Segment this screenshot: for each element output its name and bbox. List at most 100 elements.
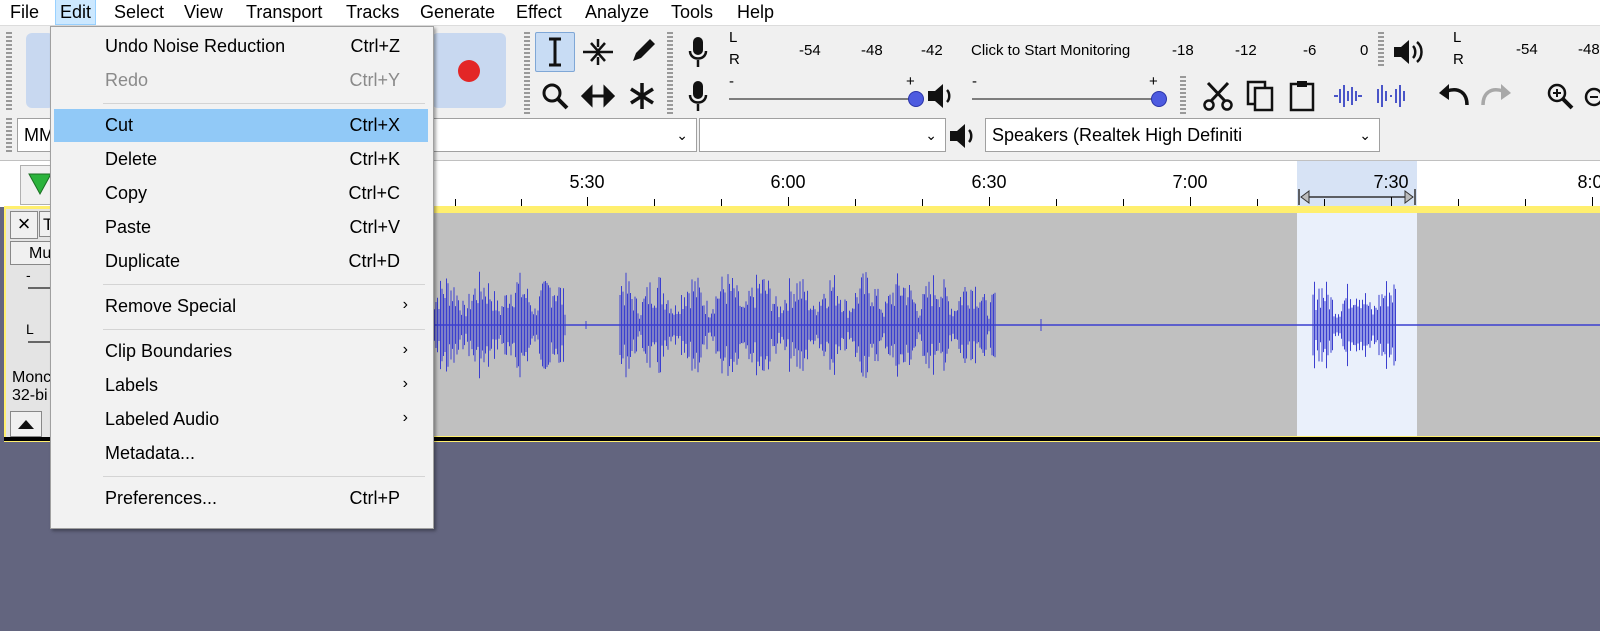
menu-item-metadata[interactable]: Metadata...	[54, 437, 428, 470]
menu-item-label: Preferences...	[105, 488, 218, 508]
toolbar-grip[interactable]	[1180, 76, 1186, 114]
click-to-start-monitoring[interactable]: Click to Start Monitoring	[967, 42, 1135, 59]
chevron-down-icon: ⌄	[925, 127, 937, 143]
record-meter[interactable]: -54 -48 -42 Click to Start Monitoring -1…	[743, 30, 1371, 66]
zoom-in-button[interactable]	[1540, 76, 1580, 116]
playback-volume-thumb[interactable]	[1151, 91, 1167, 107]
chevron-down-icon: ⌄	[1359, 127, 1371, 143]
redo-button[interactable]	[1476, 76, 1516, 116]
toolbar-grip[interactable]	[667, 32, 673, 114]
draw-tool-button[interactable]	[622, 32, 662, 72]
toolbar-grip[interactable]	[6, 118, 12, 154]
envelope-icon	[583, 39, 613, 65]
output-device-dropdown[interactable]: Speakers (Realtek High Definiti ⌄	[985, 118, 1380, 152]
meter-tick: -48	[1578, 41, 1600, 58]
menu-item-cut[interactable]: Cut Ctrl+X	[54, 109, 428, 142]
menu-item-remove-special[interactable]: Remove Special ›	[54, 290, 428, 323]
menu-tracks[interactable]: Tracks	[342, 0, 403, 24]
playback-volume-button[interactable]	[924, 76, 960, 116]
silence-audio-button[interactable]	[1370, 76, 1410, 116]
cut-button[interactable]	[1198, 76, 1238, 116]
menu-separator	[103, 476, 425, 477]
menu-view[interactable]: View	[180, 0, 227, 24]
menu-file[interactable]: File	[6, 0, 43, 24]
menu-help[interactable]: Help	[733, 0, 778, 24]
trim-audio-button[interactable]	[1328, 76, 1368, 116]
record-volume-button[interactable]	[682, 76, 714, 116]
menu-separator	[103, 284, 425, 285]
menu-item-duplicate[interactable]: Duplicate Ctrl+D	[54, 245, 428, 278]
record-volume-slider[interactable]	[729, 98, 914, 100]
waveform-path	[430, 271, 1600, 379]
track-info-format: 32-bi	[12, 387, 48, 404]
toolbar-grip[interactable]	[1378, 32, 1384, 68]
menu-analyze[interactable]: Analyze	[581, 0, 653, 24]
recording-device-dropdown[interactable]: ⌄	[699, 118, 946, 152]
menu-item-copy[interactable]: Copy Ctrl+C	[54, 177, 428, 210]
menu-item-label: Copy	[105, 183, 148, 203]
magnifier-icon	[542, 83, 569, 110]
paste-button[interactable]	[1282, 76, 1322, 116]
menu-item-delete[interactable]: Delete Ctrl+K	[54, 143, 428, 176]
ruler-label: 8:0	[1577, 172, 1600, 192]
menu-item-label: Delete	[105, 149, 158, 169]
record-volume-thumb[interactable]	[908, 91, 924, 107]
meter-tick: -18	[1172, 42, 1194, 59]
speaker-icon	[1394, 40, 1423, 64]
chevron-down-icon: ⌄	[676, 127, 688, 143]
menu-transport[interactable]: Transport	[242, 0, 326, 24]
ruler-label: 7:30	[1373, 172, 1409, 192]
multi-tool-button[interactable]	[622, 76, 662, 116]
menu-generate[interactable]: Generate	[416, 0, 499, 24]
meter-tick: -54	[799, 42, 821, 59]
menu-item-label: Paste	[105, 217, 152, 237]
record-button[interactable]	[432, 33, 506, 108]
menu-item-redo[interactable]: Redo Ctrl+Y	[54, 64, 428, 97]
menu-item-labels[interactable]: Labels ›	[54, 369, 428, 402]
playback-volume-slider[interactable]	[972, 98, 1157, 100]
menu-item-paste[interactable]: Paste Ctrl+V	[54, 211, 428, 244]
menu-item-clip-boundaries[interactable]: Clip Boundaries ›	[54, 335, 428, 368]
copy-icon	[1246, 80, 1274, 112]
meter-tick: -54	[1516, 41, 1538, 58]
playback-meter-button[interactable]	[1390, 32, 1426, 72]
meter-tick: 0	[1360, 42, 1369, 59]
track-close-button[interactable]: ×	[10, 211, 38, 239]
selection-tool-button[interactable]	[535, 32, 575, 72]
collapse-track-button[interactable]	[10, 411, 42, 437]
menu-item-preferences[interactable]: Preferences... Ctrl+P	[54, 482, 428, 515]
pan-slider-left: L	[26, 321, 34, 337]
undo-button[interactable]	[1434, 76, 1474, 116]
toolbar-grip[interactable]	[6, 32, 12, 112]
triangle-up-icon	[18, 420, 34, 429]
timeshift-tool-button[interactable]	[578, 76, 618, 116]
microphone-icon	[688, 81, 708, 111]
record-meter-right-label: R	[729, 51, 740, 68]
zoom-out-button[interactable]	[1582, 86, 1600, 108]
menu-item-shortcut: Ctrl+K	[349, 149, 400, 169]
zoom-out-icon	[1584, 87, 1600, 107]
undo-icon	[1439, 84, 1469, 106]
menu-item-undo[interactable]: Undo Noise Reduction Ctrl+Z	[54, 30, 428, 63]
record-meter-button[interactable]	[682, 32, 714, 72]
record-slider-min: -	[729, 73, 734, 90]
output-device-value: Speakers (Realtek High Definiti	[992, 125, 1243, 145]
record-meter-left-label: L	[729, 29, 738, 46]
menu-tools[interactable]: Tools	[667, 0, 717, 24]
menu-item-shortcut: Ctrl+P	[349, 488, 400, 508]
menu-edit[interactable]: Edit	[55, 0, 97, 25]
menu-effect[interactable]: Effect	[512, 0, 566, 24]
menu-select[interactable]: Select	[110, 0, 168, 24]
microphone-icon	[688, 37, 708, 67]
envelope-tool-button[interactable]	[578, 32, 618, 72]
menu-item-label: Redo	[105, 70, 149, 90]
chevron-right-icon: ›	[402, 409, 408, 426]
menu-item-label: Metadata...	[105, 443, 196, 463]
toolbar-grip[interactable]	[524, 32, 530, 114]
copy-button[interactable]	[1240, 76, 1280, 116]
menu-item-labeled-audio[interactable]: Labeled Audio ›	[54, 403, 428, 436]
waveform	[430, 271, 1600, 379]
track-info-channels: Monc	[12, 369, 52, 386]
ruler-label: 5:30	[569, 172, 605, 192]
zoom-tool-button[interactable]	[535, 76, 575, 116]
